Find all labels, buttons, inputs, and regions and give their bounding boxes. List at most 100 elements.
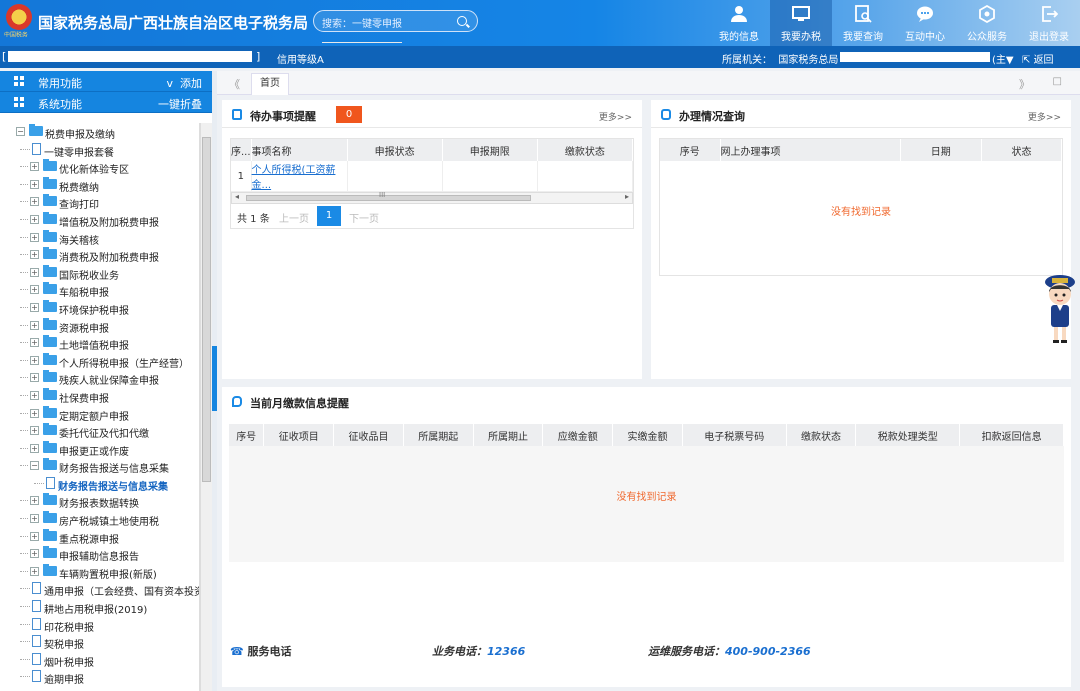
nav-interaction[interactable]: 互动中心: [894, 0, 956, 46]
scrollbar-thumb[interactable]: [202, 137, 211, 482]
expand-toggle-icon[interactable]: +: [30, 443, 39, 453]
tree-item[interactable]: 一键零申报套餐: [0, 141, 199, 159]
nav-public-service[interactable]: 公众服务: [956, 0, 1018, 46]
expand-toggle-icon[interactable]: +: [30, 250, 39, 260]
return-button[interactable]: ⇱ 返回: [1022, 51, 1054, 66]
tree-item-label[interactable]: 烟叶税申报: [44, 654, 94, 669]
tree-item[interactable]: + 社保费申报: [0, 387, 199, 405]
tree-item-label[interactable]: 土地增值税申报: [59, 337, 129, 352]
sidebar-splitter[interactable]: [212, 71, 217, 691]
tree-item[interactable]: 财务报告报送与信息采集: [0, 475, 199, 493]
expand-toggle-icon[interactable]: +: [30, 426, 39, 436]
tree-scrollbar[interactable]: [200, 123, 212, 691]
tree-item[interactable]: + 税费缴纳: [0, 176, 199, 194]
tree-item-label[interactable]: 财务报表数据转换: [59, 495, 139, 510]
expand-toggle-icon[interactable]: +: [30, 355, 39, 365]
tree-item[interactable]: + 申报更正或作废: [0, 440, 199, 458]
table-row[interactable]: 1 个人所得税(工资薪金...: [231, 161, 634, 192]
tree-item-label[interactable]: 重点税源申报: [59, 531, 119, 546]
expand-toggle-icon[interactable]: +: [30, 197, 39, 207]
scroll-right-button[interactable]: 》: [1019, 76, 1030, 92]
scroll-left-button[interactable]: 《: [229, 76, 240, 92]
expand-toggle-icon[interactable]: +: [30, 285, 39, 295]
tree-item-label[interactable]: 申报辅助信息报告: [59, 548, 139, 563]
expand-toggle-icon[interactable]: +: [30, 390, 39, 400]
tree-item[interactable]: + 重点税源申报: [0, 528, 199, 546]
tree-item[interactable]: − 财务报告报送与信息采集: [0, 457, 199, 475]
tree-item[interactable]: + 消费税及附加税费申报: [0, 246, 199, 264]
search-box[interactable]: 搜索：一键零申报: [313, 10, 478, 43]
tree-item[interactable]: + 土地增值税申报: [0, 334, 199, 352]
tree-item-label[interactable]: 查询打印: [59, 196, 99, 211]
expand-toggle-icon[interactable]: +: [30, 214, 39, 224]
tree-item-label[interactable]: 房产税城镇土地使用税: [59, 513, 159, 528]
table-h-scrollbar[interactable]: ◂ III ▸: [231, 191, 633, 204]
common-functions-bar[interactable]: 常用功能 v 添加: [0, 71, 212, 92]
nav-do-tax[interactable]: 我要办税: [770, 0, 832, 46]
expand-toggle-icon[interactable]: +: [30, 531, 39, 541]
tree-item-label[interactable]: 税费申报及缴纳: [45, 126, 115, 141]
tree-item[interactable]: + 国际税收业务: [0, 264, 199, 282]
query-more-link[interactable]: 更多>>: [1028, 110, 1061, 123]
todo-item-link[interactable]: 个人所得税(工资薪金...: [251, 161, 348, 192]
nav-logout[interactable]: 退出登录: [1018, 0, 1080, 46]
expand-toggle-icon[interactable]: +: [30, 179, 39, 189]
next-page-button[interactable]: 下一页: [349, 210, 379, 225]
todo-more-link[interactable]: 更多>>: [599, 110, 632, 123]
tree-item-label[interactable]: 社保费申报: [59, 390, 109, 405]
expand-toggle-icon[interactable]: +: [30, 408, 39, 418]
tree-item[interactable]: 契税申报: [0, 633, 199, 651]
tree-item-label[interactable]: 委托代征及代扣代缴: [59, 425, 149, 440]
tree-item[interactable]: 印花税申报: [0, 616, 199, 634]
tree-item-label[interactable]: 消费税及附加税费申报: [59, 249, 159, 264]
search-icon[interactable]: [457, 16, 467, 26]
tree-item[interactable]: + 查询打印: [0, 193, 199, 211]
tree-item-label[interactable]: 一键零申报套餐: [44, 144, 114, 159]
tree-item[interactable]: + 残疾人就业保障金申报: [0, 369, 199, 387]
tree-item-label[interactable]: 通用申报（工会经费、国有资本投资: [44, 583, 199, 598]
tree-item[interactable]: + 房产税城镇土地使用税: [0, 510, 199, 528]
tree-item-label[interactable]: 残疾人就业保障金申报: [59, 372, 159, 387]
expand-toggle-icon[interactable]: +: [30, 302, 39, 312]
nav-query[interactable]: 我要查询: [832, 0, 894, 46]
tree-item-label[interactable]: 资源税申报: [59, 320, 109, 335]
expand-toggle-icon[interactable]: +: [30, 320, 39, 330]
tree-item-label[interactable]: 优化新体验专区: [59, 161, 129, 176]
expand-toggle-icon[interactable]: +: [30, 373, 39, 383]
tree-item-label[interactable]: 印花税申报: [44, 619, 94, 634]
tree-item-label[interactable]: 国际税收业务: [59, 267, 119, 282]
tree-item[interactable]: − 税费申报及缴纳: [0, 123, 199, 141]
tree-item[interactable]: + 优化新体验专区: [0, 158, 199, 176]
search-input[interactable]: 搜索：一键零申报: [322, 15, 402, 43]
tree-item-label[interactable]: 增值税及附加税费申报: [59, 214, 159, 229]
tree-item-label[interactable]: 财务报告报送与信息采集: [59, 460, 169, 475]
org-select[interactable]: (主▼: [992, 51, 1014, 66]
tree-item-label[interactable]: 财务报告报送与信息采集: [58, 478, 168, 493]
expand-toggle-icon[interactable]: −: [16, 127, 25, 136]
assistant-mascot[interactable]: [1040, 272, 1080, 344]
tree-item-label[interactable]: 海关稽核: [59, 232, 99, 247]
expand-toggle-icon[interactable]: −: [30, 461, 39, 471]
add-button[interactable]: v 添加: [166, 75, 202, 91]
tab-home[interactable]: 首页: [251, 73, 289, 95]
collapse-all-button[interactable]: 一键折叠: [158, 96, 202, 112]
tree-item[interactable]: + 委托代征及代扣代缴: [0, 422, 199, 440]
tree-item[interactable]: + 增值税及附加税费申报: [0, 211, 199, 229]
tree-item-label[interactable]: 车船税申报: [59, 284, 109, 299]
tree-item[interactable]: + 车辆购置税申报(新版): [0, 563, 199, 581]
page-1-button[interactable]: 1: [317, 206, 341, 226]
tree-item-label[interactable]: 逾期申报: [44, 671, 84, 686]
expand-toggle-icon[interactable]: +: [30, 338, 39, 348]
tree-item-label[interactable]: 申报更正或作废: [59, 443, 129, 458]
tree-item-label[interactable]: 环境保护税申报: [59, 302, 129, 317]
expand-toggle-icon[interactable]: +: [30, 496, 39, 506]
tree-item[interactable]: + 车船税申报: [0, 281, 199, 299]
item-link-text[interactable]: 个人所得税(工资薪金...: [252, 165, 336, 191]
expand-toggle-icon[interactable]: +: [30, 162, 39, 172]
collapse-handle[interactable]: [212, 346, 217, 411]
expand-toggle-icon[interactable]: +: [30, 267, 39, 277]
expand-toggle-icon[interactable]: +: [30, 549, 39, 559]
tree-item[interactable]: 逾期申报: [0, 668, 199, 686]
expand-toggle-icon[interactable]: +: [30, 566, 39, 576]
expand-toggle-icon[interactable]: +: [30, 232, 39, 242]
